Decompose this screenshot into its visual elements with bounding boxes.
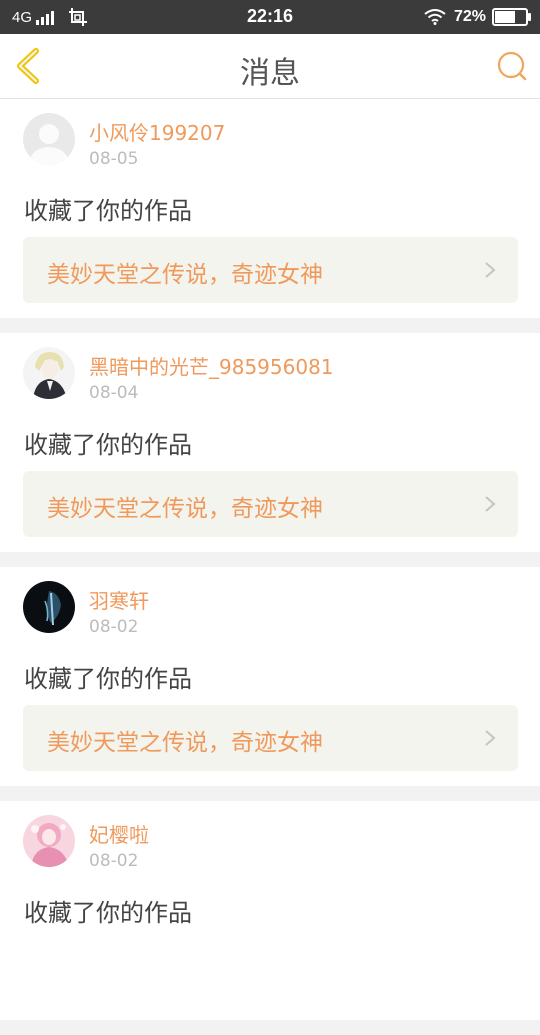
work-link[interactable]: 美妙天堂之传说，奇迹女神 [23,471,518,537]
message-action: 收藏了你的作品 [24,197,192,225]
message-action: 收藏了你的作品 [24,665,192,693]
username[interactable]: 黑暗中的光芒_985956081 [89,351,334,380]
message-date: 08-04 [89,383,139,403]
username[interactable]: 妃樱啦 [89,819,149,848]
message-date: 08-02 [89,617,139,637]
header-bar: 消息 [0,34,540,99]
message-action: 收藏了你的作品 [24,899,192,927]
battery-percent: 72% [453,8,486,25]
avatar[interactable] [23,113,75,165]
username[interactable]: 小风伶199207 [89,117,225,146]
message-card: 妃樱啦 08-02 收藏了你的作品 [0,801,540,1020]
status-bar: 4G 22:16 72% [0,0,540,34]
message-date: 08-05 [89,149,139,169]
message-card: 小风伶199207 08-05 收藏了你的作品 美妙天堂之传说，奇迹女神 [0,99,540,318]
message-card: 黑暗中的光芒_985956081 08-04 收藏了你的作品 美妙天堂之传说，奇… [0,333,540,552]
chevron-right-icon [485,496,496,512]
work-title: 美妙天堂之传说，奇迹女神 [47,730,323,756]
work-link[interactable]: 美妙天堂之传说，奇迹女神 [23,237,518,303]
work-link[interactable]: 美妙天堂之传说，奇迹女神 [23,705,518,771]
status-right: 72% [424,0,531,34]
chevron-right-icon [485,730,496,746]
username[interactable]: 羽寒轩 [89,585,149,614]
search-icon[interactable] [496,50,528,82]
avatar[interactable] [23,581,75,633]
battery-fill [495,11,516,23]
message-list: 小风伶199207 08-05 收藏了你的作品 美妙天堂之传说，奇迹女神 黑暗中… [0,99,540,1035]
work-title: 美妙天堂之传说，奇迹女神 [47,262,323,288]
page-title: 消息 [240,56,300,91]
avatar[interactable] [23,815,75,867]
message-card: 羽寒轩 08-02 收藏了你的作品 美妙天堂之传说，奇迹女神 [0,567,540,786]
message-date: 08-02 [89,851,139,871]
work-title: 美妙天堂之传说，奇迹女神 [47,496,323,522]
avatar[interactable] [23,347,75,399]
battery-icon [492,8,531,26]
chevron-right-icon [485,262,496,278]
wifi-icon [424,9,446,25]
message-action: 收藏了你的作品 [24,431,192,459]
